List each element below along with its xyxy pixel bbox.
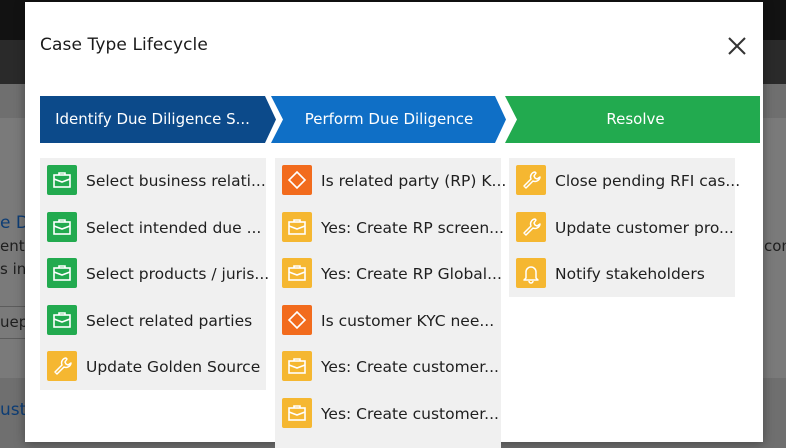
step-label: Select related parties	[86, 311, 253, 330]
stage-steps-column: Is related party (RP) K... Yes: Create RP…	[275, 158, 506, 448]
close-button[interactable]	[725, 34, 749, 58]
step-item[interactable]: Update Golden Source	[40, 344, 266, 390]
step-item[interactable]: Select intended due ...	[40, 205, 266, 251]
step-item[interactable]: Yes: Create customer...	[275, 344, 501, 390]
step-item[interactable]: Update customer pro...	[509, 205, 735, 251]
stage-label: Perform Due Diligence	[304, 110, 474, 128]
step-label: Is related party (RP) K...	[321, 172, 507, 190]
step-label: Close pending RFI cas...	[555, 172, 741, 190]
case-type-lifecycle-dialog: Case Type Lifecycle Identify Due Diligen…	[25, 2, 763, 448]
step-item[interactable]: Close pending RFI cas...	[509, 158, 740, 204]
step-item[interactable]: Select products / juris...	[40, 251, 270, 297]
step-item[interactable]: Is customer KYC nee...	[275, 298, 501, 344]
step-label: Select intended due ...	[86, 218, 262, 237]
background-text-fragment: s in	[0, 260, 27, 278]
step-label: Yes: Create RP Global...	[321, 265, 502, 283]
briefcase-icon	[47, 165, 77, 195]
dialog-title: Case Type Lifecycle	[40, 35, 208, 55]
stage-label: Resolve	[606, 110, 665, 128]
briefcase-icon	[282, 351, 312, 381]
step-label: Yes: Create customer...	[321, 404, 499, 423]
step-item[interactable]: Notify stakeholders	[509, 251, 735, 297]
decision-diamond-icon	[282, 304, 312, 335]
background-text-fragment: ust	[0, 400, 27, 420]
step-label: Notify stakeholders	[555, 265, 705, 283]
step-item[interactable]: Yes: Create RP Global...	[275, 251, 502, 297]
bell-icon	[516, 258, 546, 288]
stage-steps-column: Select business relati... Select intended…	[40, 158, 270, 390]
briefcase-icon	[47, 211, 77, 242]
briefcase-icon	[282, 397, 312, 428]
step-item[interactable]: Select business relati...	[40, 158, 266, 204]
stage-bar: Identify Due Diligence S... Perform Due …	[40, 96, 760, 143]
step-label: Yes: Create RP screen...	[321, 218, 504, 237]
background-text-fragment: ent	[0, 237, 25, 255]
wrench-icon	[47, 351, 77, 381]
step-label: Update Golden Source	[86, 358, 261, 376]
step-label: Yes: Create customer...	[321, 358, 499, 376]
briefcase-icon	[47, 304, 77, 335]
stage-identify-due-diligence[interactable]: Identify Due Diligence S...	[40, 96, 278, 143]
background-divider	[0, 306, 25, 307]
wrench-icon	[516, 211, 546, 242]
step-label: Select products / juris...	[86, 265, 270, 283]
briefcase-icon	[282, 211, 312, 242]
step-label: Update customer pro...	[555, 218, 734, 237]
stage-steps-column: Close pending RFI cas... Update customer …	[509, 158, 740, 297]
step-item[interactable]: Yes: Create customer...	[275, 391, 501, 437]
decision-diamond-icon	[282, 165, 312, 195]
background-text-fragment: con	[764, 237, 786, 255]
background-divider	[0, 338, 25, 339]
stage-perform-due-diligence[interactable]: Perform Due Diligence	[271, 96, 511, 143]
stage-resolve[interactable]: Resolve	[505, 96, 760, 143]
step-label: Is customer KYC nee...	[321, 311, 495, 330]
step-item[interactable]: Yes: Create RP screen...	[275, 205, 504, 251]
step-label: Select business relati...	[86, 172, 266, 190]
wrench-icon	[516, 165, 546, 195]
step-item[interactable]: Select related parties	[40, 298, 266, 344]
step-item[interactable]: Is related party (RP) K...	[275, 158, 506, 204]
briefcase-icon	[47, 258, 77, 288]
close-icon	[728, 37, 746, 55]
briefcase-icon	[282, 258, 312, 288]
stage-label: Identify Due Diligence S...	[55, 110, 250, 128]
